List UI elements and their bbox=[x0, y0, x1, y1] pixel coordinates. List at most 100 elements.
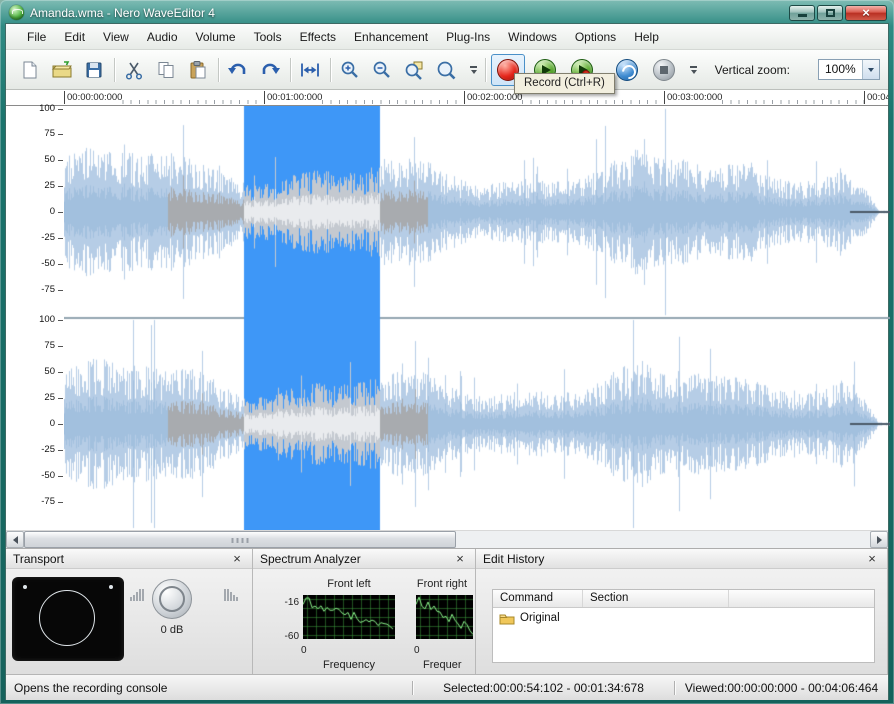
app-icon bbox=[9, 5, 24, 20]
front-left-label: Front left bbox=[303, 578, 395, 590]
status-selected-range: Selected:00:00:54:102 - 00:01:34:678 bbox=[412, 681, 674, 695]
horizontal-scrollbar[interactable] bbox=[6, 530, 888, 548]
spectrum-panel-body: Front left Front right -16 -60 0 0 Frequ… bbox=[253, 569, 475, 674]
scrollbar-thumb[interactable] bbox=[24, 531, 456, 548]
status-message: Opens the recording console bbox=[6, 681, 412, 695]
menu-help[interactable]: Help bbox=[625, 26, 668, 48]
gain-knob[interactable] bbox=[152, 579, 192, 619]
level-meter-icon bbox=[223, 587, 239, 601]
menu-tools[interactable]: Tools bbox=[245, 26, 291, 48]
stop-button[interactable] bbox=[647, 54, 681, 86]
menu-file[interactable]: File bbox=[18, 26, 55, 48]
close-button[interactable]: × bbox=[845, 5, 887, 21]
history-table: Command Section Original bbox=[492, 589, 875, 663]
arrow-right-icon bbox=[877, 536, 882, 544]
statusbar: Opens the recording console Selected:00:… bbox=[6, 674, 888, 700]
ruler-label: 00:03:00:000 bbox=[664, 91, 722, 104]
fit-width-button[interactable] bbox=[296, 56, 324, 84]
history-row[interactable]: Original bbox=[493, 608, 874, 628]
toolbar-overflow-button[interactable] bbox=[467, 57, 480, 83]
scale-label: 50 bbox=[6, 367, 64, 377]
scale-label: -50 bbox=[6, 471, 64, 481]
scale-label: -25 bbox=[6, 233, 64, 243]
history-panel-body: Command Section Original bbox=[476, 569, 887, 674]
scale-label: 25 bbox=[6, 181, 64, 191]
history-table-header: Command Section bbox=[493, 590, 874, 608]
cut-button[interactable] bbox=[120, 56, 148, 84]
toolbar-separator bbox=[485, 58, 486, 82]
docked-panels: Transport × 0 dB Spectrum bbox=[6, 548, 888, 674]
open-file-button[interactable] bbox=[48, 56, 76, 84]
column-empty bbox=[729, 590, 874, 607]
scale-label: -75 bbox=[6, 497, 64, 507]
waveform-display: 100 75 50 25 0 -25 -50 -75 100 75 50 25 … bbox=[6, 106, 888, 530]
redo-button[interactable] bbox=[256, 56, 284, 84]
history-command: Original bbox=[520, 612, 560, 624]
toolbar-overflow-button[interactable] bbox=[687, 57, 700, 83]
column-command[interactable]: Command bbox=[493, 590, 583, 607]
vertical-zoom-label: Vertical zoom: bbox=[715, 63, 790, 77]
copy-icon bbox=[156, 60, 176, 80]
overflow-bar-icon bbox=[690, 66, 697, 68]
arrow-left-icon bbox=[13, 536, 18, 544]
menu-windows[interactable]: Windows bbox=[499, 26, 566, 48]
spectrum-analyzer-panel: Spectrum Analyzer × Front left Front rig… bbox=[253, 549, 476, 674]
scale-label: 100 bbox=[6, 104, 64, 114]
loop-playback-button[interactable] bbox=[610, 54, 644, 86]
transport-panel-body: 0 dB bbox=[6, 569, 252, 674]
menu-view[interactable]: View bbox=[94, 26, 138, 48]
ruler-label: 00:00:00:000 bbox=[64, 91, 122, 104]
menu-edit[interactable]: Edit bbox=[55, 26, 94, 48]
zoom-selection-button[interactable] bbox=[400, 56, 428, 84]
zoom-tool-icon bbox=[436, 60, 456, 80]
paste-button[interactable] bbox=[184, 56, 212, 84]
menu-plugins[interactable]: Plug-Ins bbox=[437, 26, 499, 48]
spectrum-x-zero: 0 bbox=[414, 645, 420, 656]
loop-icon bbox=[616, 59, 638, 81]
scroll-right-button[interactable] bbox=[870, 531, 888, 548]
transport-panel: Transport × 0 dB bbox=[6, 549, 253, 674]
menu-audio[interactable]: Audio bbox=[138, 26, 187, 48]
menu-effects[interactable]: Effects bbox=[291, 26, 345, 48]
column-section[interactable]: Section bbox=[583, 590, 729, 607]
scale-label: 50 bbox=[6, 155, 64, 165]
scale-label: -75 bbox=[6, 285, 64, 295]
zoom-tool-button[interactable] bbox=[432, 56, 460, 84]
combo-dropdown-arrow[interactable] bbox=[862, 60, 879, 79]
zoom-out-button[interactable] bbox=[368, 56, 396, 84]
toolbar-separator bbox=[218, 58, 219, 82]
display-dot bbox=[23, 585, 27, 589]
scroll-left-button[interactable] bbox=[6, 531, 24, 548]
stop-icon bbox=[653, 59, 675, 81]
menu-enhancement[interactable]: Enhancement bbox=[345, 26, 437, 48]
zoom-selection-icon bbox=[404, 60, 424, 80]
menu-options[interactable]: Options bbox=[566, 26, 625, 48]
stereo-waveform-canvas[interactable] bbox=[64, 106, 890, 530]
time-display bbox=[12, 577, 124, 661]
time-ruler[interactable]: 00:00:00:000 00:01:00:000 00:02:00:000 0… bbox=[6, 90, 888, 106]
spectrum-close-button[interactable]: × bbox=[452, 552, 468, 565]
scale-label: -50 bbox=[6, 259, 64, 269]
new-file-button[interactable] bbox=[16, 56, 44, 84]
overflow-bar-icon bbox=[470, 66, 477, 68]
zoom-in-button[interactable] bbox=[336, 56, 364, 84]
maximize-button[interactable] bbox=[817, 5, 843, 21]
toolbar-separator bbox=[290, 58, 291, 82]
menu-volume[interactable]: Volume bbox=[187, 26, 245, 48]
frequency-label-truncated: Frequer bbox=[423, 659, 462, 671]
transport-close-button[interactable]: × bbox=[229, 552, 245, 565]
fit-width-icon bbox=[299, 60, 321, 80]
redo-icon bbox=[259, 60, 281, 80]
copy-button[interactable] bbox=[152, 56, 180, 84]
history-close-button[interactable]: × bbox=[864, 552, 880, 565]
spectrum-left-canvas bbox=[303, 595, 395, 639]
status-viewed-range: Viewed:00:00:00:000 - 00:04:06:464 bbox=[674, 681, 888, 695]
history-panel-title: Edit History bbox=[483, 552, 544, 566]
menubar: File Edit View Audio Volume Tools Effect… bbox=[6, 24, 888, 50]
minimize-button[interactable] bbox=[789, 5, 815, 21]
vertical-zoom-combo[interactable]: 100% bbox=[818, 59, 880, 80]
scale-label: -25 bbox=[6, 445, 64, 455]
save-button[interactable] bbox=[80, 56, 108, 84]
undo-button[interactable] bbox=[224, 56, 252, 84]
chevron-down-icon bbox=[691, 70, 697, 74]
